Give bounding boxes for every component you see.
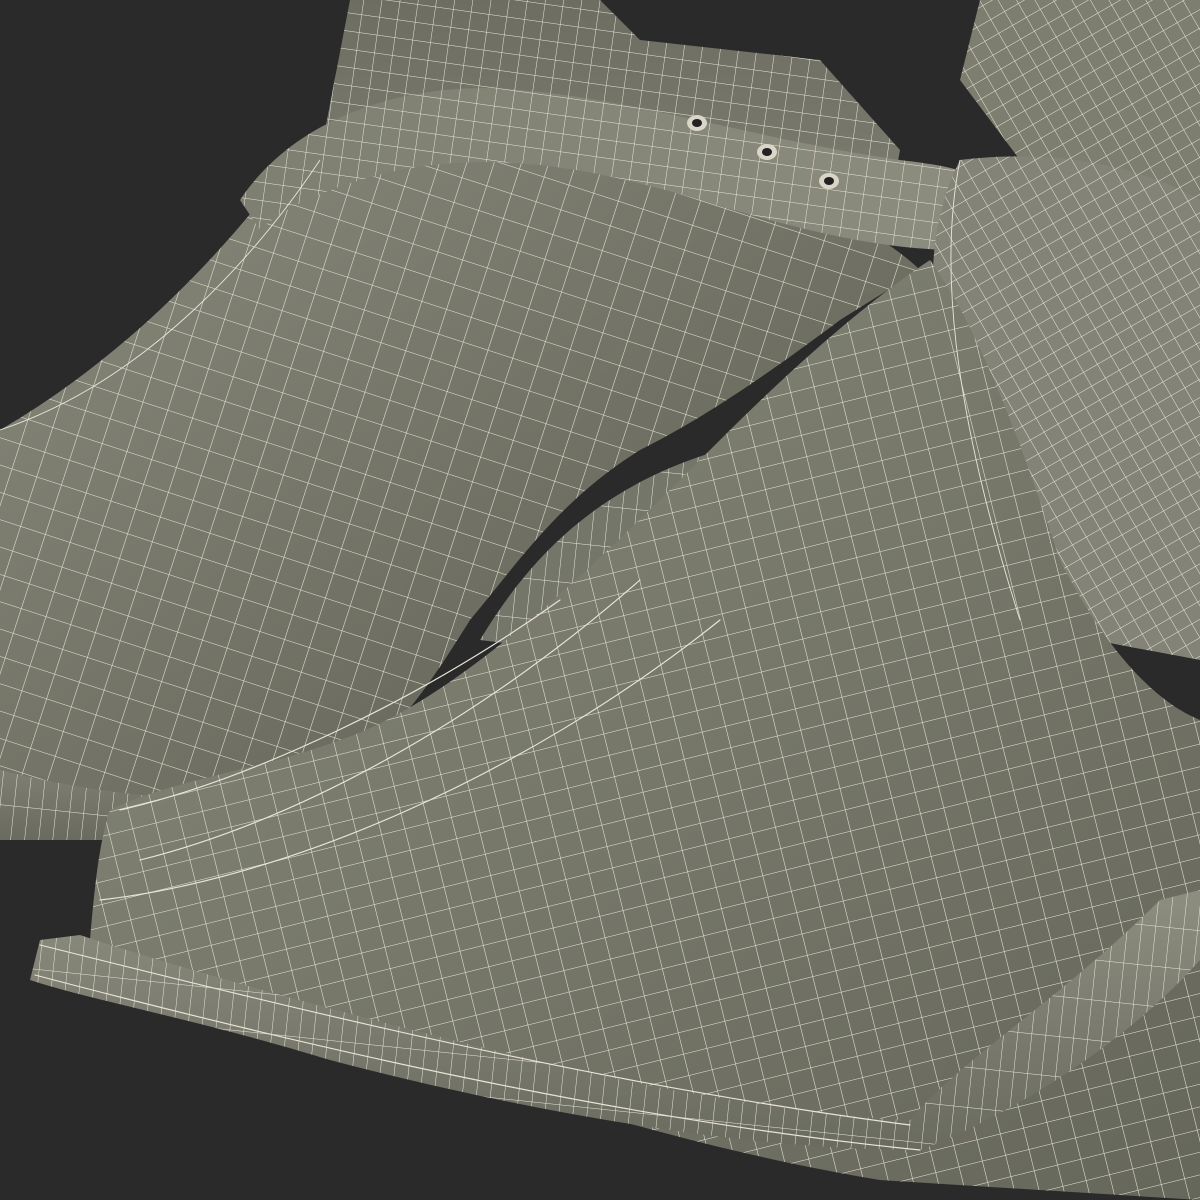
boots-wireframe-render — [0, 0, 1200, 1200]
